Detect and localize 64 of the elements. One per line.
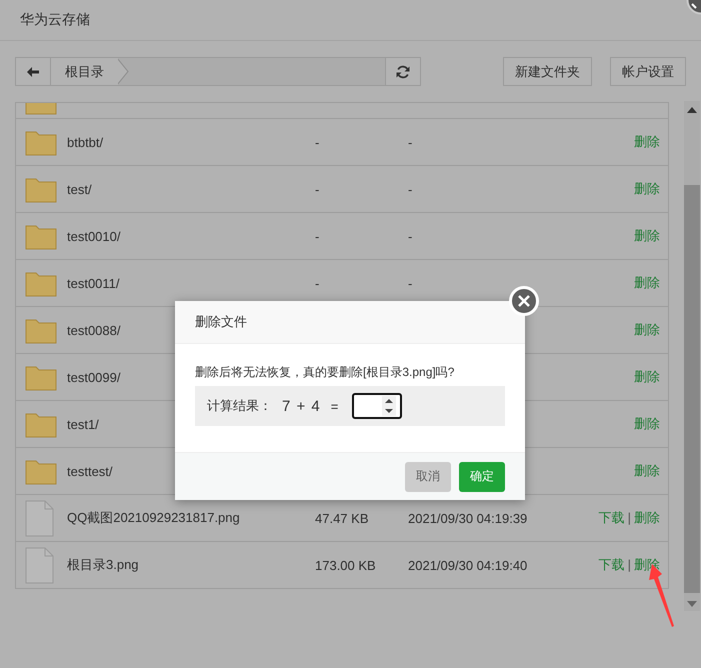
folder-icon xyxy=(25,364,57,390)
app-title: 华为云存储 xyxy=(20,11,90,29)
math-expression: 7 + 4 xyxy=(282,398,321,414)
file-icon xyxy=(25,546,54,584)
file-name: testtest/ xyxy=(67,464,113,478)
file-name: test0011/ xyxy=(67,276,120,290)
action-link[interactable]: 下载 xyxy=(598,557,625,572)
file-name: test0099/ xyxy=(67,370,120,384)
scrollbar[interactable] xyxy=(684,101,700,611)
folder-icon xyxy=(25,410,57,438)
action-link[interactable]: 删除 xyxy=(634,134,660,149)
modified-date: 2021/09/30 04:19:40 xyxy=(408,558,528,572)
action-link[interactable]: 删除 xyxy=(634,369,660,384)
captcha-label: 计算结果： xyxy=(207,397,272,415)
confirm-message: 删除后将无法恢复，真的要删除[根目录3.png]吗? xyxy=(195,364,456,381)
refresh-button[interactable] xyxy=(385,58,420,85)
modified-date: - xyxy=(408,228,412,244)
folder-icon xyxy=(25,270,57,296)
modified-date: - xyxy=(408,182,412,196)
answer-field[interactable] xyxy=(352,393,402,419)
folder-icon xyxy=(25,176,57,202)
action-link[interactable]: 删除 xyxy=(634,322,660,337)
action-link[interactable]: 删除 xyxy=(634,228,660,243)
toolbar-button[interactable]: 新建文件夹 xyxy=(503,57,592,86)
file-name: test/ xyxy=(67,182,92,196)
file-size: 47.47 KB xyxy=(315,510,368,526)
folder-icon xyxy=(25,316,57,344)
file-name: QQ截图20210929231817.png xyxy=(67,510,240,525)
file-size: - xyxy=(315,182,320,196)
folder-icon xyxy=(25,458,57,484)
action-link[interactable]: 下载 xyxy=(598,510,625,525)
action-link[interactable]: 删除 xyxy=(634,181,660,196)
up-arrow-icon xyxy=(687,107,697,113)
separator: | xyxy=(628,557,631,572)
file-name: test0010/ xyxy=(67,228,120,244)
action-link[interactable]: 删除 xyxy=(634,510,660,525)
down-arrow-icon xyxy=(687,601,697,607)
left-arrow-icon xyxy=(27,66,39,76)
close-icon[interactable] xyxy=(509,286,539,316)
confirm-button[interactable]: 确定 xyxy=(459,462,505,492)
spinner-icon xyxy=(382,395,396,417)
folder-icon xyxy=(25,128,57,156)
file-name: 根目录3.png xyxy=(67,557,139,572)
file-icon xyxy=(25,500,54,536)
file-name: btbtbt/ xyxy=(67,134,104,150)
file-size: 173.00 KB xyxy=(315,558,376,572)
file-size: - xyxy=(315,134,320,150)
separator: | xyxy=(628,510,631,525)
dialog-title: 删除文件 xyxy=(195,313,247,331)
equals-sign: = xyxy=(330,398,338,414)
file-name: test1/ xyxy=(67,416,99,432)
modified-date: 2021/09/30 04:19:39 xyxy=(408,510,528,526)
folder-icon xyxy=(25,222,57,250)
action-link[interactable]: 删除 xyxy=(634,463,660,478)
file-size: - xyxy=(315,228,320,244)
file-name: test0088/ xyxy=(67,322,120,338)
modified-date: - xyxy=(408,134,412,150)
action-link[interactable]: 删除 xyxy=(634,275,660,290)
file-size: - xyxy=(315,276,320,290)
action-link[interactable]: 删除 xyxy=(634,416,660,431)
back-button[interactable] xyxy=(16,58,51,85)
modified-date: - xyxy=(408,276,412,290)
refresh-icon xyxy=(396,64,410,78)
toolbar-button[interactable]: 帐户设置 xyxy=(610,57,686,86)
